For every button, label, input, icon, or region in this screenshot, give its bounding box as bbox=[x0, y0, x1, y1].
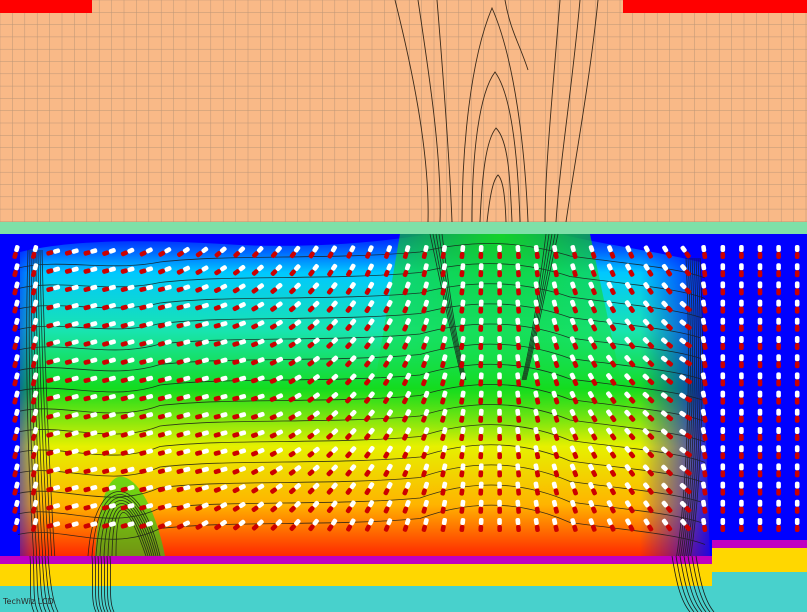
upper-substrate bbox=[0, 0, 807, 222]
lower-substrate-right bbox=[712, 572, 807, 586]
top-electrode-right bbox=[623, 0, 807, 13]
simulation-figure: TechWiz LCD bbox=[0, 0, 807, 612]
lower-substrate bbox=[0, 586, 807, 612]
alignment-film-top bbox=[0, 222, 807, 234]
top-electrode-left bbox=[0, 0, 92, 13]
lc-director-field-plot bbox=[0, 0, 807, 612]
passivation-layer-right bbox=[712, 548, 807, 572]
passivation-layer bbox=[0, 564, 712, 586]
software-watermark: TechWiz LCD bbox=[3, 597, 54, 606]
pixel-electrode-right bbox=[712, 540, 807, 548]
